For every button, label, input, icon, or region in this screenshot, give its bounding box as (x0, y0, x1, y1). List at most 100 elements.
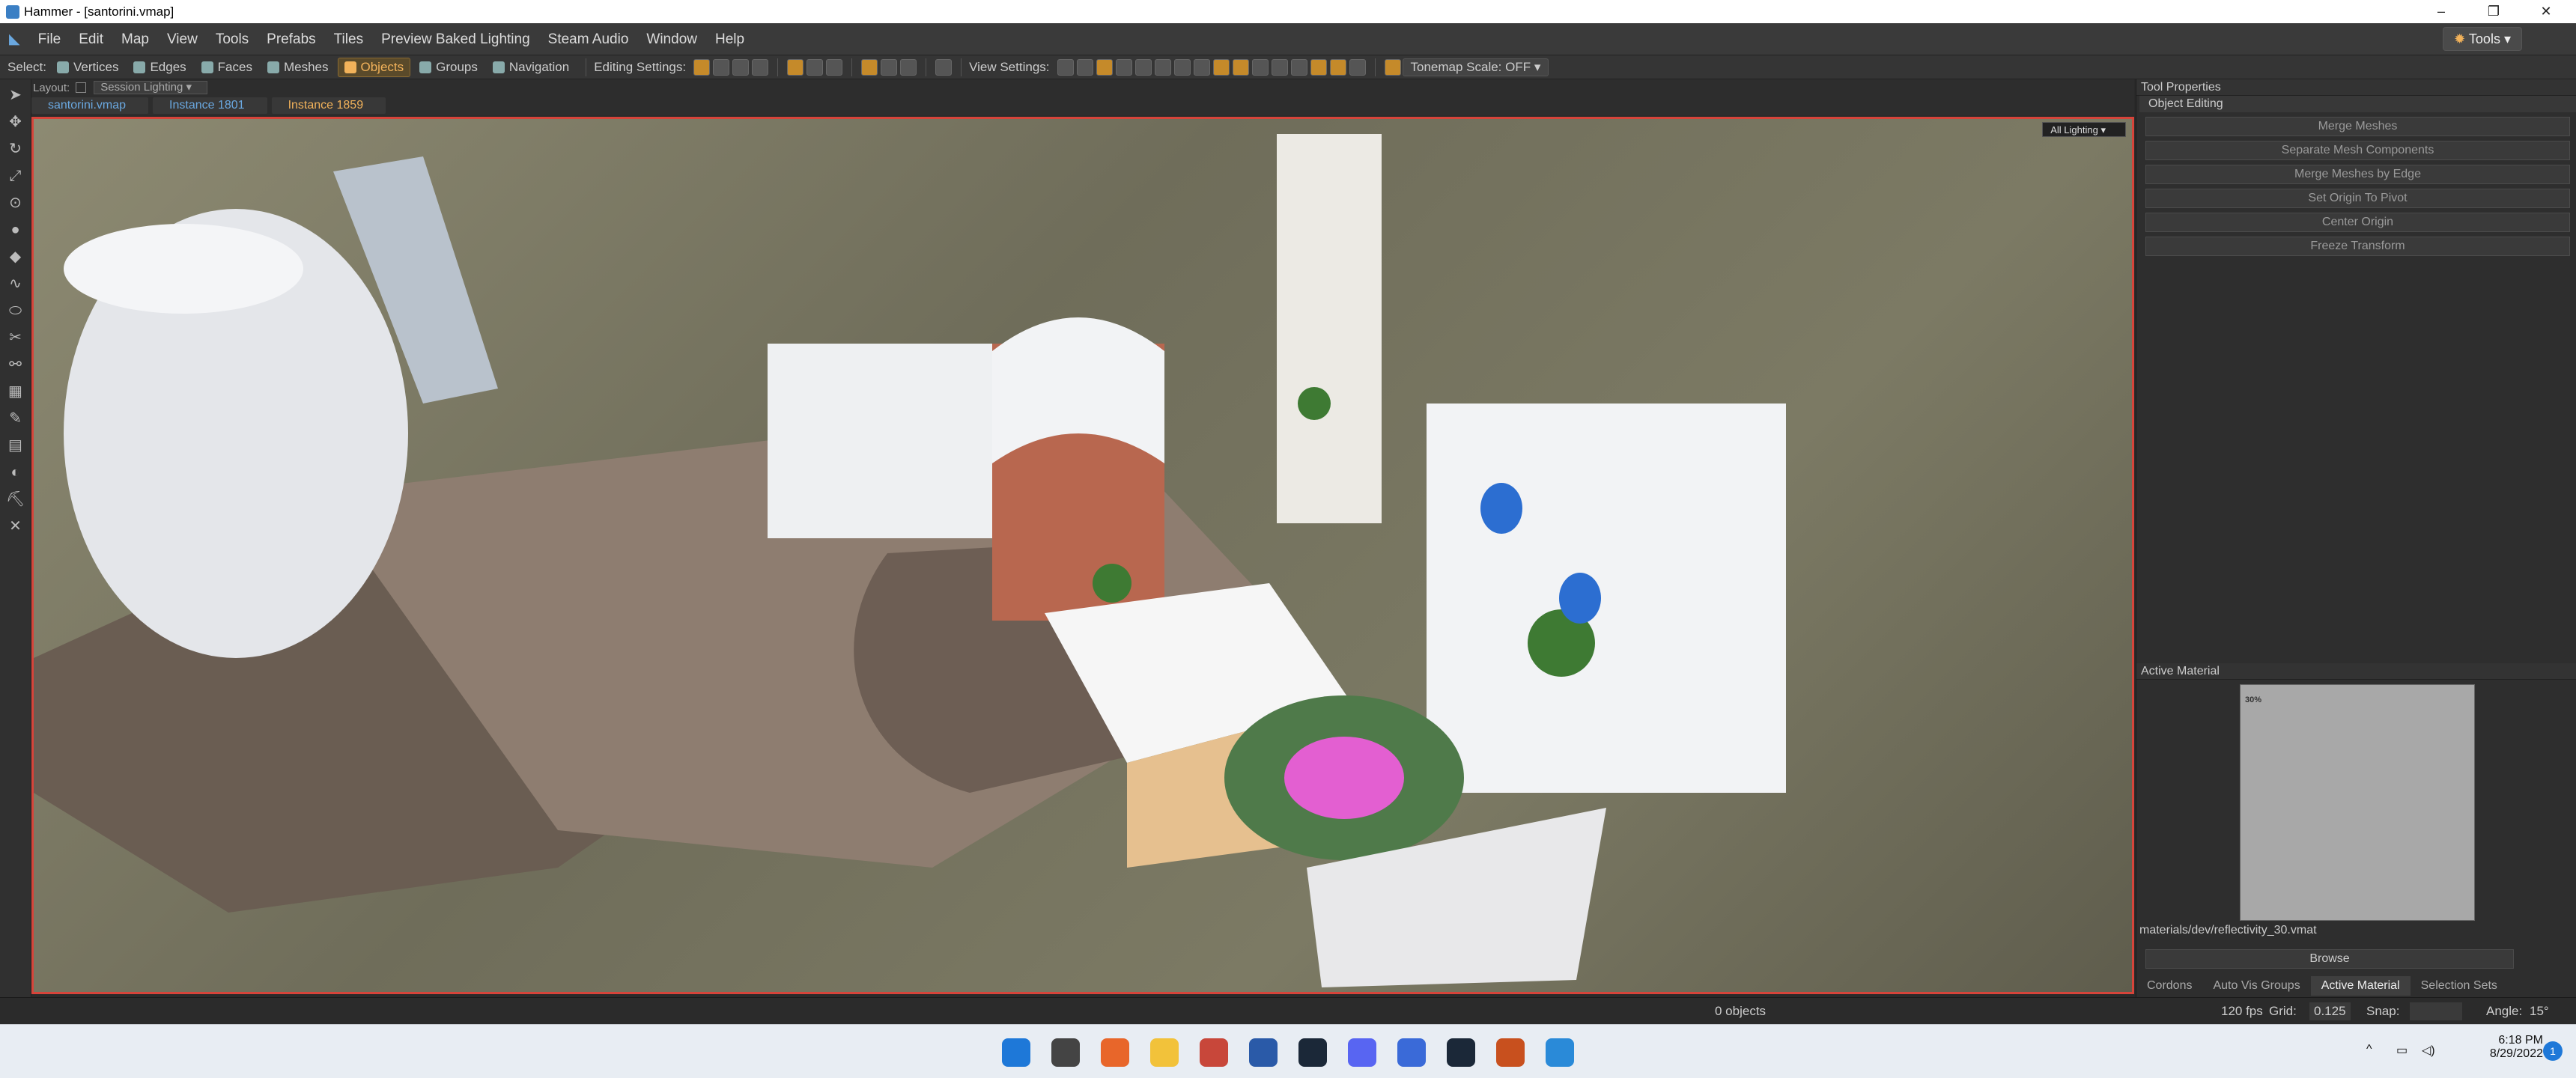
clip-tool-icon[interactable]: ✂ (6, 328, 25, 347)
view-toggle-icon[interactable] (1115, 58, 1132, 76)
menu-file[interactable]: File (29, 23, 70, 55)
menu-prefabs[interactable]: Prefabs (258, 23, 324, 55)
select-meshes-button[interactable]: Meshes (261, 58, 335, 77)
select-groups-button[interactable]: Groups (413, 58, 484, 77)
tab-cordons[interactable]: Cordons (2136, 976, 2202, 996)
hammer-taskbar-icon[interactable] (1496, 1038, 1525, 1067)
select-faces-button[interactable]: Faces (195, 58, 258, 77)
select-navigation-button[interactable]: Navigation (487, 58, 575, 77)
steam-icon[interactable] (1298, 1038, 1327, 1067)
editing-toggle-icon[interactable] (693, 58, 711, 76)
editing-toggle-icon[interactable] (713, 58, 730, 76)
move-tool-icon[interactable]: ✥ (6, 112, 25, 132)
pivot-tool-icon[interactable]: ⊙ (6, 193, 25, 213)
view-toggle-icon[interactable] (1212, 58, 1230, 76)
editing-toggle-icon[interactable] (752, 58, 769, 76)
system-tray-chevron-icon[interactable]: ^ (2366, 1043, 2372, 1056)
clock[interactable]: 6:18 PM 8/29/2022 (2468, 1034, 2543, 1061)
menu-preview-baked-lighting[interactable]: Preview Baked Lighting (372, 23, 539, 55)
blend-tool-icon[interactable]: ◐ (6, 463, 25, 482)
editing-toggle-icon[interactable] (900, 58, 917, 76)
minimize-button[interactable]: – (2419, 0, 2464, 23)
texture-tool-icon[interactable]: ▦ (6, 382, 25, 401)
3d-viewport[interactable]: All Lighting ▾ (31, 117, 2134, 994)
angle-dropdown[interactable]: 15° (2530, 1002, 2549, 1020)
view-toggle-icon[interactable] (1096, 58, 1113, 76)
grid-size-dropdown[interactable]: 0.125 (2309, 1002, 2351, 1020)
view-toggle-icon[interactable] (1349, 58, 1366, 76)
snap-toggles[interactable] (2410, 1002, 2462, 1020)
tonemap-dropdown[interactable]: Tonemap Scale: OFF ▾ (1402, 58, 1549, 76)
tile-tool-icon[interactable]: ▤ (6, 436, 25, 455)
entity-tool-icon[interactable]: ● (6, 220, 25, 240)
separate-mesh-components-button[interactable]: Separate Mesh Components (2145, 141, 2570, 160)
close-button[interactable]: ✕ (2524, 0, 2569, 23)
merge-meshes-by-edge-button[interactable]: Merge Meshes by Edge (2145, 165, 2570, 184)
select-objects-button[interactable]: Objects (337, 57, 411, 77)
menu-help[interactable]: Help (706, 23, 753, 55)
editing-toggle-icon[interactable] (861, 58, 878, 76)
center-origin-button[interactable]: Center Origin (2145, 213, 2570, 232)
network-icon[interactable]: ▭ (2396, 1043, 2408, 1058)
view-toggle-icon[interactable] (1271, 58, 1288, 76)
knife-tool-icon[interactable]: ⚯ (6, 355, 25, 374)
view-toggle-icon[interactable] (1329, 58, 1346, 76)
view-toggle-icon[interactable] (1134, 58, 1152, 76)
path-tool-icon[interactable]: ∿ (6, 274, 25, 293)
view-toggle-icon[interactable] (1154, 58, 1171, 76)
discord-icon[interactable] (1348, 1038, 1376, 1067)
freeze-transform-button[interactable]: Freeze Transform (2145, 237, 2570, 256)
breadcrumb-instance-1801[interactable]: Instance 1801 (153, 97, 267, 114)
maximize-button[interactable]: ❐ (2471, 0, 2516, 23)
app-icon[interactable] (1397, 1038, 1426, 1067)
sculpt-tool-icon[interactable]: ⛏ (6, 490, 25, 509)
tools-dropdown-button[interactable]: ✹ Tools ▾ (2443, 27, 2522, 51)
select-vertices-button[interactable]: Vertices (51, 58, 124, 77)
layout-checkbox[interactable] (76, 82, 87, 93)
search-icon[interactable] (1051, 1038, 1080, 1067)
view-toggle-icon[interactable] (1076, 58, 1093, 76)
paint-tool-icon[interactable]: ✎ (6, 409, 25, 428)
menu-tools[interactable]: Tools (207, 23, 258, 55)
view-toggle-icon[interactable] (1251, 58, 1269, 76)
notification-badge[interactable]: 1 (2543, 1041, 2563, 1061)
rotate-tool-icon[interactable]: ↻ (6, 139, 25, 159)
notepad-icon[interactable] (1249, 1038, 1278, 1067)
layout-dropdown[interactable]: Session Lighting ▾ (94, 81, 207, 94)
editing-toggle-icon[interactable] (732, 58, 750, 76)
lighting-mode-dropdown[interactable]: All Lighting ▾ (2042, 122, 2126, 137)
material-thumbnail[interactable]: 30% (2240, 684, 2475, 921)
editing-toggle-icon[interactable] (935, 58, 953, 76)
breadcrumb-map[interactable]: santorini.vmap (31, 97, 149, 114)
breadcrumb-instance-1859[interactable]: Instance 1859 (271, 97, 386, 114)
editing-toggle-icon[interactable] (787, 58, 804, 76)
view-toggle-icon[interactable] (1290, 58, 1307, 76)
editing-toggle-icon[interactable] (881, 58, 898, 76)
polygon-tool-icon[interactable]: ⬭ (6, 301, 25, 320)
set-origin-to-pivot-button[interactable]: Set Origin To Pivot (2145, 189, 2570, 208)
merge-meshes-button[interactable]: Merge Meshes (2145, 117, 2570, 136)
view-toggle-icon[interactable] (1310, 58, 1327, 76)
menu-tiles[interactable]: Tiles (325, 23, 372, 55)
globe-icon[interactable] (1546, 1038, 1574, 1067)
app-icon[interactable] (1200, 1038, 1228, 1067)
windows-start-icon[interactable] (1002, 1038, 1030, 1067)
menu-view[interactable]: View (158, 23, 207, 55)
editing-toggle-icon[interactable] (826, 58, 843, 76)
menu-window[interactable]: Window (637, 23, 706, 55)
tab-selection-sets[interactable]: Selection Sets (2411, 976, 2508, 996)
select-edges-button[interactable]: Edges (127, 58, 192, 77)
speaker-icon[interactable]: ◁) (2422, 1043, 2435, 1058)
object-editing-section[interactable]: Object Editing (2139, 96, 2576, 112)
tab-auto-vis-groups[interactable]: Auto Vis Groups (2202, 976, 2310, 996)
cable-tool-icon[interactable]: ✕ (6, 517, 25, 536)
firefox-icon[interactable] (1101, 1038, 1129, 1067)
view-toggle-icon[interactable] (1173, 58, 1191, 76)
menu-map[interactable]: Map (112, 23, 158, 55)
view-toggle-icon[interactable] (1193, 58, 1210, 76)
select-tool-icon[interactable]: ➤ (6, 85, 25, 105)
scale-tool-icon[interactable]: ⤢ (6, 166, 25, 186)
menu-steam-audio[interactable]: Steam Audio (539, 23, 638, 55)
file-explorer-icon[interactable] (1150, 1038, 1179, 1067)
view-toggle-icon[interactable] (1057, 58, 1074, 76)
